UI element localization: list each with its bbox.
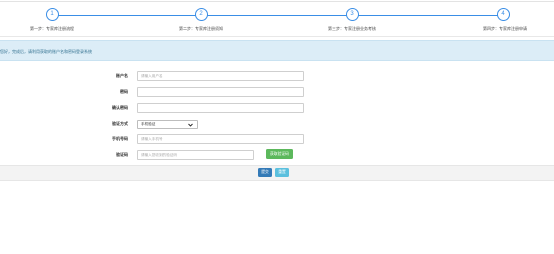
confirm-password-input[interactable]: [137, 103, 304, 113]
verify-method-label: 验证方式: [112, 121, 128, 126]
verify-method-value: 手机验证: [141, 122, 156, 126]
chevron-down-icon: [188, 123, 193, 127]
stepper-line: [52, 15, 503, 17]
step-1-label: 第一步：专家库注册流程: [30, 26, 74, 31]
code-label: 验证码: [116, 152, 128, 157]
submit-button[interactable]: 提交: [258, 168, 272, 177]
stepper-divider: [0, 36, 554, 37]
step-1-circle[interactable]: 1: [45, 8, 59, 21]
get-code-button[interactable]: 获取验证码: [266, 149, 293, 159]
reset-button[interactable]: 重置: [275, 168, 289, 177]
step-3-circle[interactable]: 3: [345, 8, 359, 21]
step-4-circle[interactable]: 4: [496, 8, 510, 21]
step-2-circle[interactable]: 2: [194, 8, 208, 21]
phone-label: 手机号码: [112, 136, 128, 141]
step-2-label: 第二步：专家库注册须知: [179, 26, 223, 31]
verify-method-select[interactable]: 手机验证: [137, 119, 198, 129]
password-label: 密码: [120, 89, 128, 94]
step-4-label: 第四步：专家库注册申请: [483, 26, 527, 31]
code-input[interactable]: [137, 150, 254, 160]
confirm-password-label: 确认密码: [112, 105, 128, 110]
notice-banner: 您好，完成后，请利用获取的账户名和密码登录系统: [0, 40, 554, 61]
username-label: 账户名: [116, 73, 128, 78]
phone-input[interactable]: [137, 134, 304, 144]
notice-text: 您好，完成后，请利用获取的账户名和密码登录系统: [0, 49, 92, 54]
registration-stepper: 1 第一步：专家库注册流程 2 第二步：专家库注册须知 3 第三步：专家注册业务…: [0, 0, 554, 38]
password-input[interactable]: [137, 87, 304, 97]
username-input[interactable]: [137, 71, 304, 81]
step-3-label: 第三步：专家注册业务考核: [328, 26, 376, 31]
